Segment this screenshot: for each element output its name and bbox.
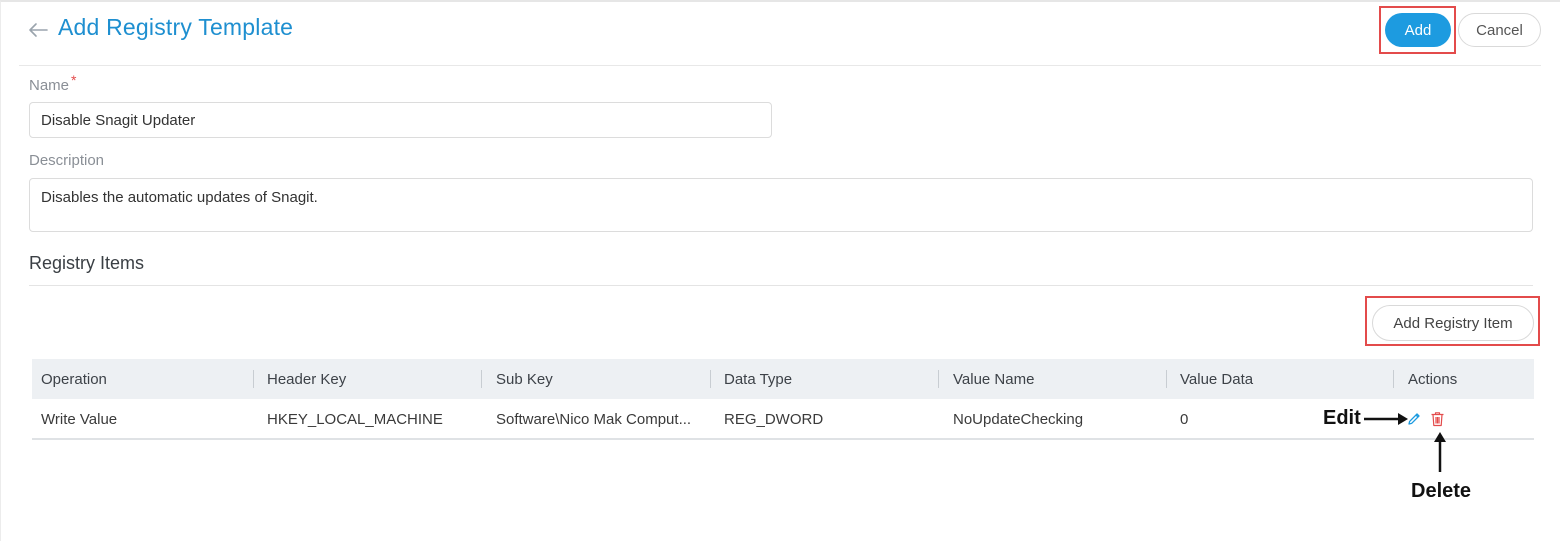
column-operation[interactable]: Operation: [41, 359, 107, 399]
cell-sub-key: Software\Nico Mak Comput...: [496, 410, 692, 428]
column-separator[interactable]: [938, 370, 939, 388]
section-divider: [29, 285, 1533, 286]
column-actions: Actions: [1408, 370, 1458, 388]
edit-annotation: Edit: [1323, 407, 1361, 429]
delete-annotation: Delete: [1411, 480, 1472, 502]
cell-operation: Write Value: [41, 410, 118, 428]
description-label: Description: [29, 152, 105, 169]
header-divider: [19, 65, 1541, 66]
registry-items-heading: Registry Items: [29, 253, 145, 273]
column-value-data[interactable]: Value Data: [1180, 359, 1253, 399]
delete-icon[interactable]: [1430, 411, 1445, 427]
column-separator[interactable]: [710, 370, 711, 388]
column-value-name[interactable]: Value Name: [953, 359, 1034, 399]
table-header: Operation Header Key Sub Key Data Type V…: [32, 359, 1534, 399]
name-field[interactable]: Disable Snagit Updater: [29, 102, 772, 138]
column-separator[interactable]: [1393, 370, 1394, 388]
add-registry-item-button[interactable]: Add Registry Item: [1372, 305, 1534, 341]
required-marker: *: [71, 72, 77, 88]
table-row: Write Value HKEY_LOCAL_MACHINE Software\…: [32, 399, 1534, 440]
column-header-key[interactable]: Header Key: [267, 359, 346, 399]
column-data-type[interactable]: Data Type: [724, 359, 792, 399]
cell-header-key: HKEY_LOCAL_MACHINE: [267, 410, 443, 428]
column-sub-key[interactable]: Sub Key: [496, 359, 553, 399]
cell-data-type: REG_DWORD: [724, 410, 824, 428]
description-field[interactable]: Disables the automatic updates of Snagit…: [29, 178, 1533, 232]
column-separator[interactable]: [1166, 370, 1167, 388]
name-label: Name *: [29, 72, 76, 94]
cell-value-data: 0: [1180, 410, 1189, 428]
page-frame: [0, 0, 1560, 541]
cancel-button[interactable]: Cancel: [1458, 13, 1541, 47]
description-field-value: Disables the automatic updates of Snagit…: [41, 189, 318, 206]
cell-value-name: NoUpdateChecking: [953, 410, 1084, 428]
name-field-value: Disable Snagit Updater: [41, 111, 196, 129]
name-label-text: Name: [29, 77, 70, 94]
column-separator[interactable]: [253, 370, 254, 388]
back-arrow-icon[interactable]: [26, 18, 50, 42]
add-button[interactable]: Add: [1385, 13, 1451, 47]
edit-icon[interactable]: [1406, 411, 1422, 427]
page-title: Add Registry Template: [58, 14, 294, 40]
arrow-right-icon: [1364, 413, 1408, 425]
arrow-up-icon: [1434, 432, 1446, 472]
column-separator[interactable]: [481, 370, 482, 388]
